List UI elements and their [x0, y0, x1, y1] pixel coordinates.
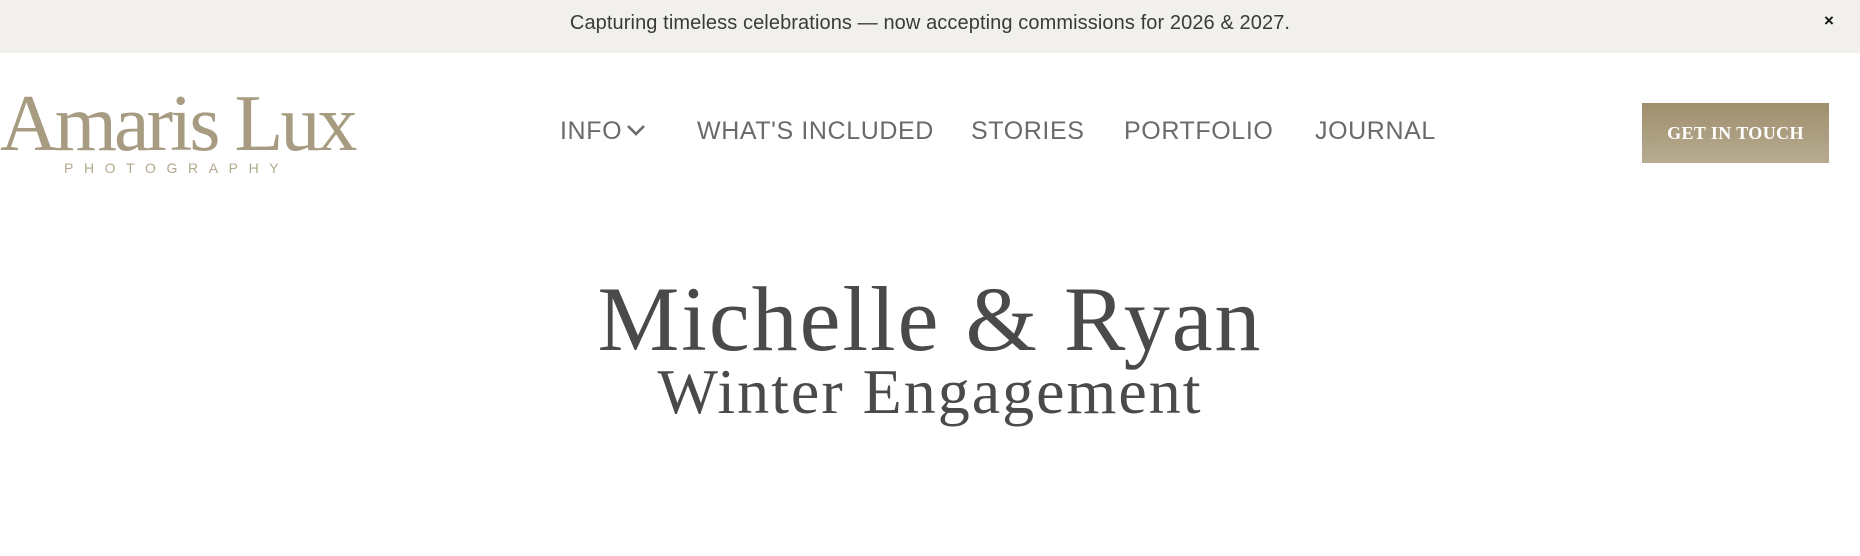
- logo[interactable]: Amaris Lux PHOTOGRAPHY: [0, 84, 372, 178]
- logo-name: Amaris Lux: [0, 80, 357, 168]
- logo-tagline: PHOTOGRAPHY: [64, 160, 290, 176]
- announcement-text: Capturing timeless celebrations — now ac…: [569, 12, 1291, 34]
- nav-item-journal[interactable]: JOURNAL: [1315, 117, 1436, 146]
- nav-item-stories[interactable]: STORIES: [971, 117, 1085, 146]
- nav-item-portfolio[interactable]: PORTFOLIO: [1124, 117, 1273, 146]
- hero: Michelle & Ryan Winter Engagement: [0, 270, 1860, 430]
- nav-item-label: INFO: [560, 117, 623, 145]
- nav-item-info[interactable]: INFO: [560, 117, 646, 146]
- announcement-bar: Capturing timeless celebrations — now ac…: [0, 0, 1860, 53]
- page-subtitle: Winter Engagement: [657, 356, 1203, 427]
- chevron-down-icon: [627, 125, 646, 137]
- nav-item-whats-included[interactable]: WHAT'S INCLUDED: [697, 117, 934, 146]
- close-icon[interactable]: ×: [1816, 8, 1842, 34]
- site-header: Amaris Lux PHOTOGRAPHY INFO WHAT'S INCLU…: [0, 53, 1860, 213]
- get-in-touch-button[interactable]: GET IN TOUCH: [1642, 103, 1829, 163]
